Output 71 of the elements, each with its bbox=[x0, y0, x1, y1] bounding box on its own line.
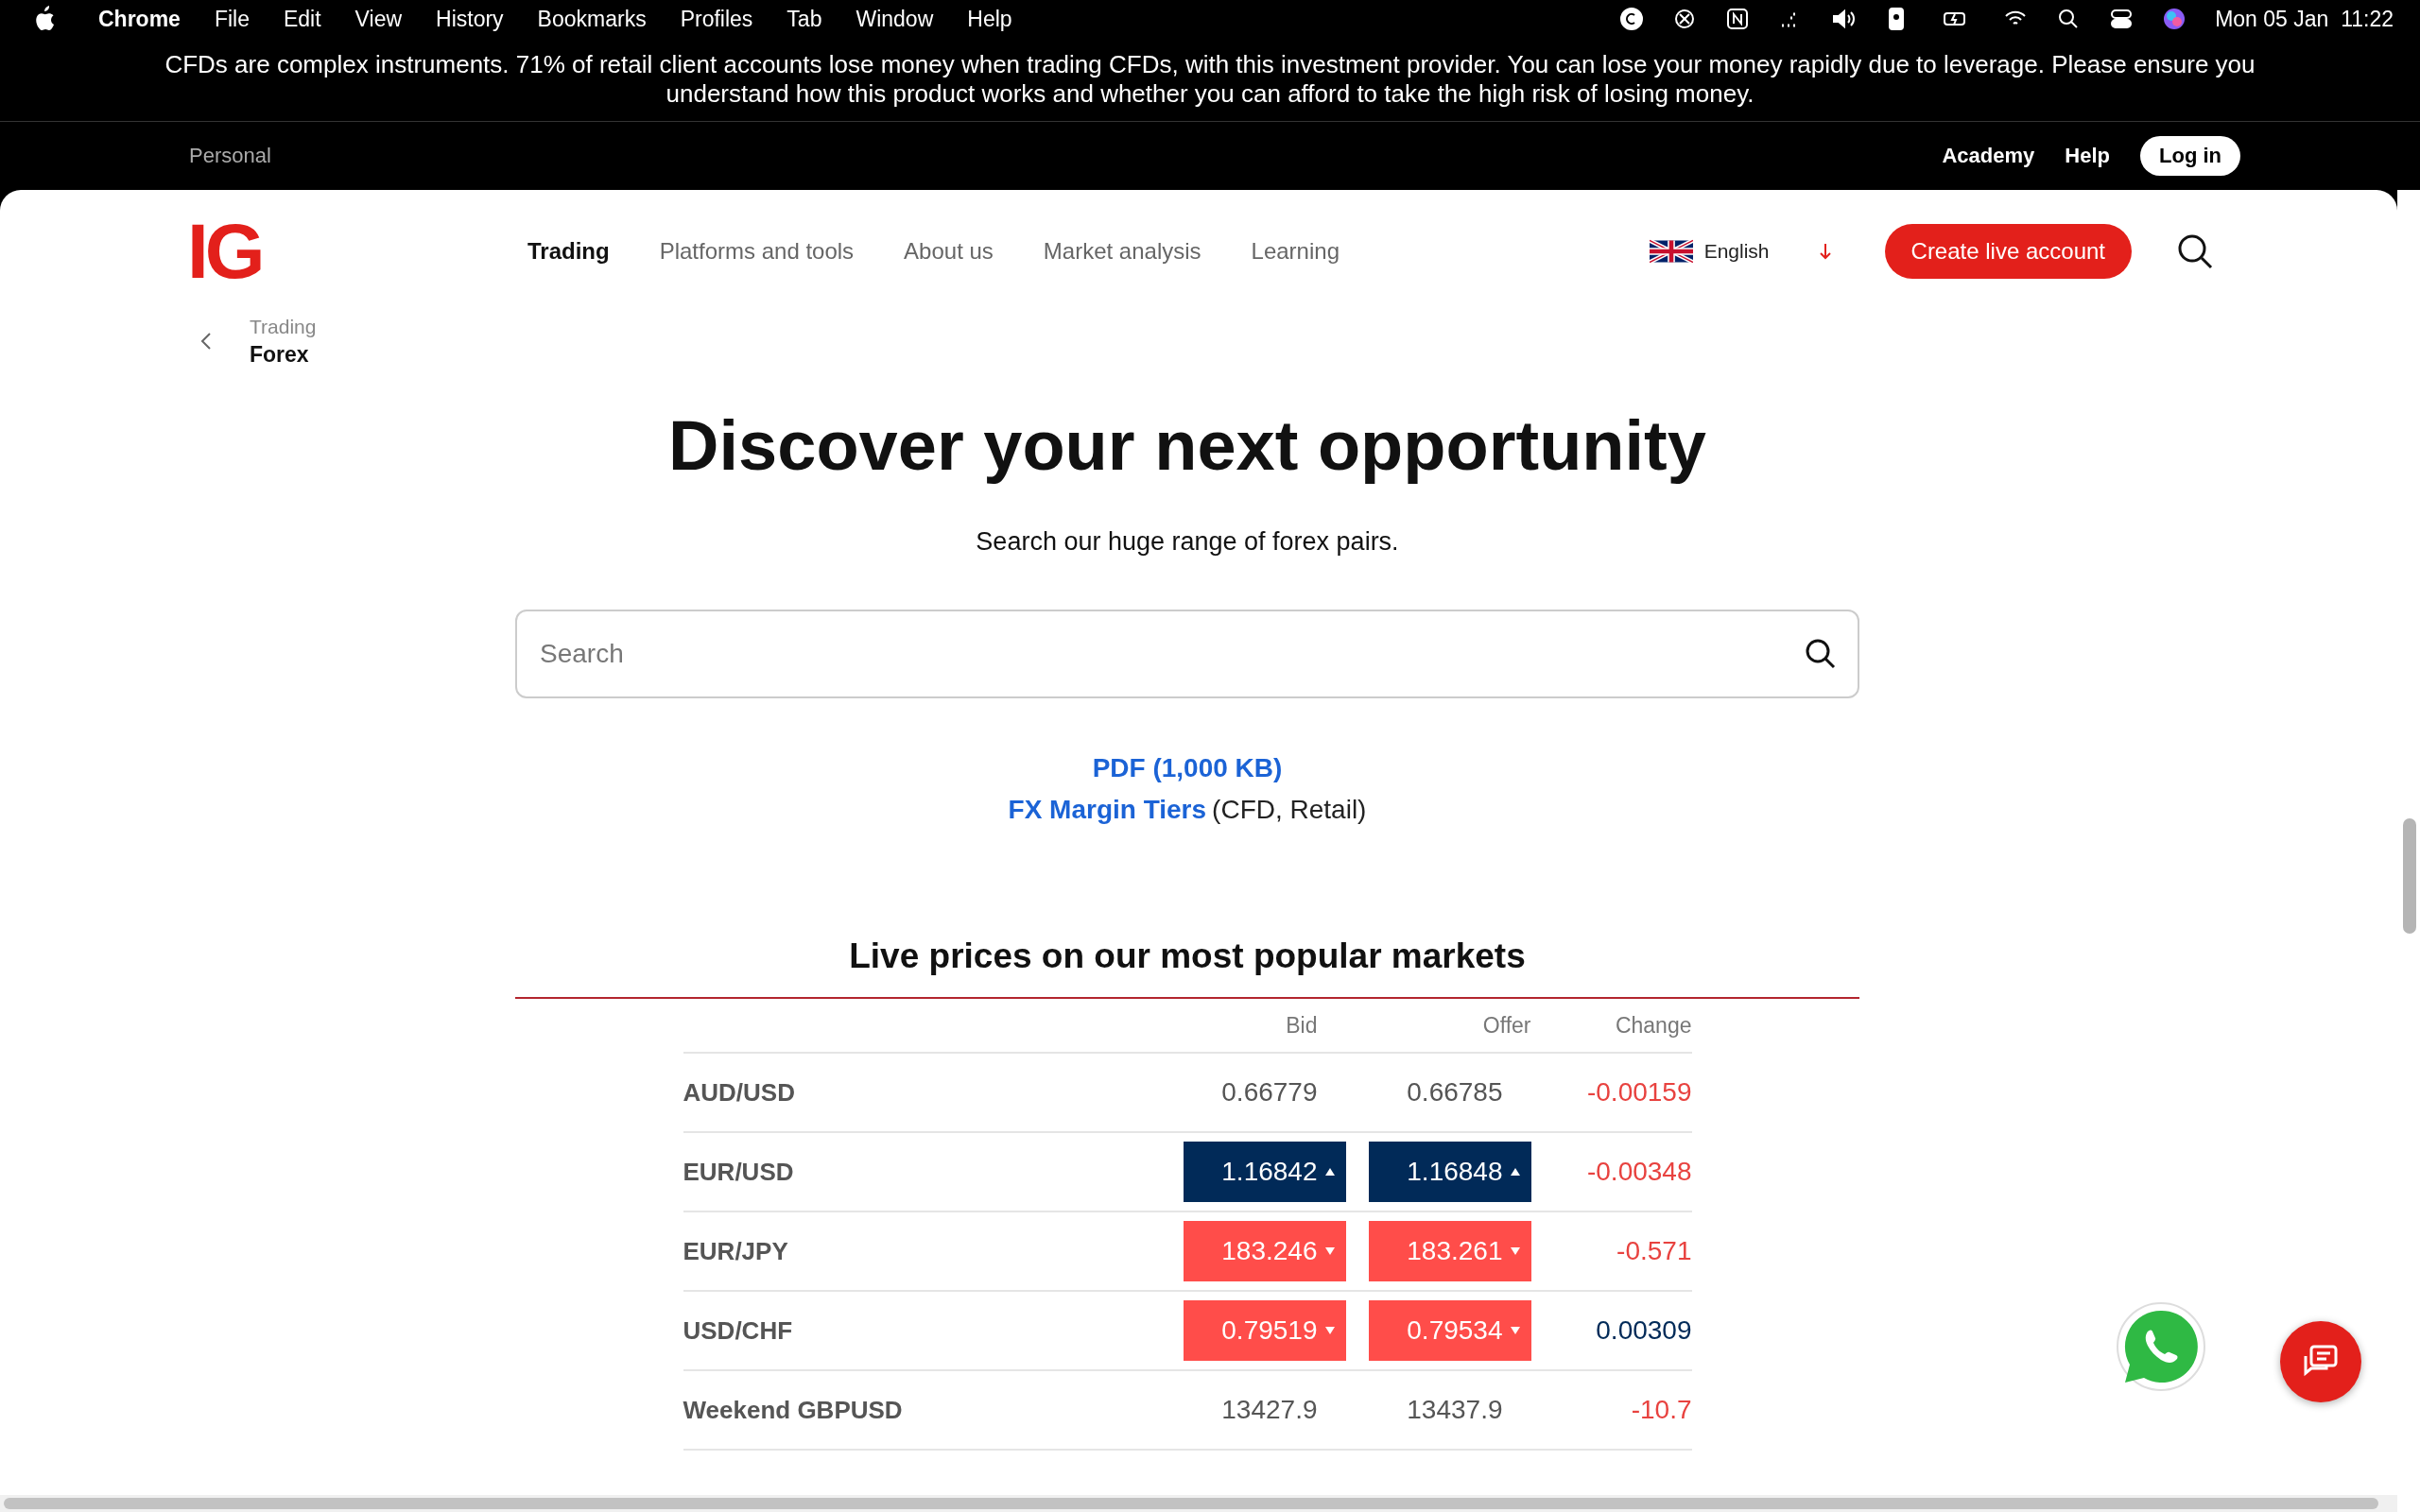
nav-link[interactable]: Platforms and tools bbox=[659, 238, 855, 265]
risk-warning: CFDs are complex instruments. 71% of retail client accounts lose money when trading CFDs, with this investment provider. You can lose your money rapidly due to leverage. Please ensure you understand how this product works and whether you can afford to take the high risk of losing money. bbox=[0, 38, 2420, 122]
margin-note: (CFD, Retail) bbox=[1212, 795, 1367, 825]
price-change: -0.00159 bbox=[1585, 1077, 1692, 1108]
top-link[interactable]: Academy bbox=[1942, 144, 2035, 168]
login-button[interactable]: Log in bbox=[2140, 136, 2240, 176]
menu-item[interactable]: File bbox=[214, 6, 250, 32]
up-triangle-icon bbox=[1324, 1168, 1335, 1176]
horizontal-scrollbar[interactable] bbox=[0, 1495, 2397, 1512]
down-triangle-icon bbox=[1510, 1247, 1520, 1255]
up-triangle-icon bbox=[1510, 1168, 1520, 1176]
breadcrumb-current: Forex bbox=[250, 341, 310, 368]
bid-price[interactable]: 0.66779 bbox=[1183, 1062, 1346, 1123]
down-triangle-icon bbox=[1510, 1327, 1520, 1334]
search-icon[interactable] bbox=[1805, 638, 1837, 670]
price-change: -0.00348 bbox=[1585, 1157, 1692, 1187]
market-name[interactable]: USD/CHF bbox=[683, 1315, 1161, 1346]
market-name[interactable]: EUR/JPY bbox=[683, 1236, 1161, 1266]
vertical-scrollbar[interactable] bbox=[2397, 190, 2420, 1512]
chat-button[interactable] bbox=[2280, 1321, 2361, 1402]
column-header: Change bbox=[1614, 1012, 1692, 1039]
down-triangle-icon bbox=[1324, 1327, 1335, 1334]
toggles-icon[interactable] bbox=[2109, 7, 2135, 31]
colorful-orb-icon[interactable] bbox=[2162, 7, 2187, 31]
menu-item[interactable]: Edit bbox=[283, 6, 321, 32]
menu-item[interactable]: Profiles bbox=[680, 6, 753, 32]
nav-link[interactable]: Market analysis bbox=[1043, 238, 1201, 265]
down-triangle-icon bbox=[1324, 1247, 1335, 1255]
menu-item[interactable]: View bbox=[354, 6, 403, 32]
n-square-icon[interactable] bbox=[1725, 7, 1751, 31]
create-account-button[interactable]: Create live account bbox=[1884, 224, 2132, 279]
back-chevron-icon[interactable] bbox=[200, 332, 212, 351]
menu-item[interactable]: Tab bbox=[786, 6, 822, 32]
market-name[interactable]: AUD/USD bbox=[683, 1077, 1161, 1108]
menu-item[interactable]: Window bbox=[856, 6, 934, 32]
menu-item[interactable]: Bookmarks bbox=[537, 6, 647, 32]
column-header: Bid bbox=[1285, 1012, 1319, 1039]
breadcrumb-parent[interactable]: Trading bbox=[250, 315, 317, 338]
bid-price[interactable]: 13427.9 bbox=[1183, 1380, 1346, 1440]
language-selector[interactable]: English bbox=[1643, 236, 1838, 266]
app-menu[interactable]: Chrome bbox=[98, 6, 181, 32]
union-flag-icon bbox=[1649, 237, 1693, 266]
offer-price[interactable]: 1.16848 bbox=[1368, 1142, 1531, 1202]
bid-price[interactable]: 1.16842 bbox=[1183, 1142, 1346, 1202]
top-link[interactable]: Help bbox=[2065, 144, 2110, 168]
search-icon[interactable] bbox=[2177, 233, 2213, 269]
menu-item[interactable]: Help bbox=[967, 6, 1012, 32]
column-header: Offer bbox=[1481, 1012, 1531, 1039]
margin-tiers-link[interactable]: FX Margin Tiers bbox=[1008, 795, 1207, 825]
price-change: -10.7 bbox=[1630, 1395, 1692, 1425]
pdf-link[interactable]: PDF (1,000 KB) bbox=[1092, 753, 1283, 783]
speaker-icon[interactable] bbox=[1831, 7, 1857, 31]
nav-link[interactable]: About us bbox=[904, 238, 994, 265]
offer-price[interactable]: 13437.9 bbox=[1368, 1380, 1531, 1440]
nav-link[interactable]: Trading bbox=[527, 238, 610, 265]
nav-link[interactable]: Learning bbox=[1251, 238, 1340, 265]
price-change: 0.00309 bbox=[1595, 1315, 1692, 1346]
clock: Mon 05 Jan 11:22 bbox=[2215, 6, 2394, 32]
price-change: -0.571 bbox=[1616, 1236, 1692, 1266]
menu-item[interactable]: History bbox=[436, 6, 504, 32]
page-subtitle: Search our huge range of forex pairs. bbox=[976, 527, 1399, 557]
segment-label[interactable]: Personal bbox=[189, 144, 271, 168]
offer-price[interactable]: 0.66785 bbox=[1368, 1062, 1531, 1123]
down-arrow-icon bbox=[1818, 243, 1832, 260]
section-title: Live prices on our most popular markets bbox=[849, 936, 1526, 976]
market-name[interactable]: Weekend GBPUSD bbox=[683, 1395, 1161, 1425]
logo[interactable]: IG bbox=[187, 207, 527, 296]
search-field[interactable]: Search bbox=[515, 610, 1859, 698]
page-title: Discover your next opportunity bbox=[668, 405, 1706, 486]
c-circle-icon[interactable] bbox=[1619, 7, 1645, 31]
market-name[interactable]: EUR/USD bbox=[683, 1157, 1161, 1187]
